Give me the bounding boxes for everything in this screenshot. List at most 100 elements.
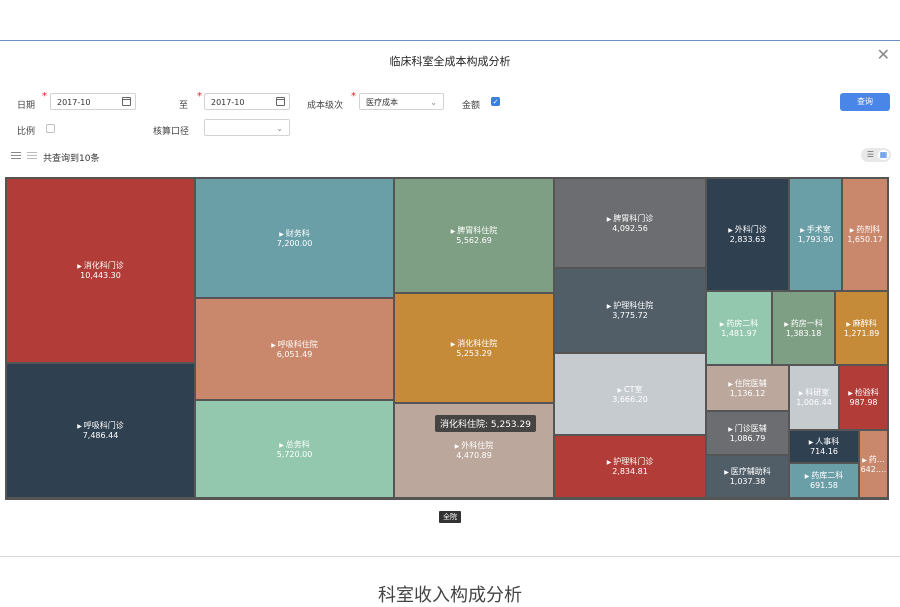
treemap-cell[interactable]: 财务科7,200.00 — [196, 179, 393, 297]
treemap-cell[interactable]: 总务科5,720.00 — [196, 401, 393, 497]
cell-value: 1,037.38 — [729, 477, 766, 486]
cell-value: 6,051.49 — [276, 349, 313, 359]
treemap-cell[interactable]: 麻醉科1,271.89 — [836, 292, 887, 364]
calendar-icon[interactable] — [122, 97, 131, 106]
cell-name: 药库二科 — [805, 471, 843, 481]
chevron-down-icon: ⌄ — [430, 98, 437, 107]
cell-name: 医疗辅助科 — [724, 467, 771, 477]
treemap-cell[interactable]: 检验科987.98 — [840, 366, 887, 429]
menu-icon[interactable] — [27, 152, 37, 160]
cell-value: 691.58 — [810, 481, 838, 490]
cell-name: 住院医辅 — [728, 379, 767, 389]
required-icon: * — [197, 91, 202, 102]
calendar-icon[interactable] — [276, 97, 285, 106]
query-button[interactable]: 查询 — [840, 93, 890, 111]
amount-label: 金额 — [462, 101, 481, 111]
treemap-cell[interactable]: 门诊医辅1,086.79 — [707, 412, 788, 454]
treemap-cell[interactable]: 护理科住院3,775.72 — [555, 269, 705, 352]
cell-value: 3,666.20 — [612, 394, 648, 404]
accounting-select[interactable]: ⌄ — [204, 119, 290, 136]
treemap-cell[interactable]: 药房一科1,383.18 — [773, 292, 834, 364]
treemap-cell[interactable]: CT室3,666.20 — [555, 354, 705, 434]
cell-value: 5,253.29 — [456, 348, 492, 358]
cell-name: 呼吸科门诊 — [77, 421, 124, 431]
required-icon: * — [351, 91, 356, 102]
cell-value: 1,793.90 — [797, 235, 834, 244]
result-count: 共查询到10条 — [43, 154, 100, 164]
cell-value: 3,775.72 — [612, 311, 648, 320]
cell-value: 642.… — [860, 464, 887, 474]
treemap-cell[interactable]: 消化科门诊10,443.30 — [7, 179, 194, 362]
cell-value: 1,650.17 — [847, 235, 883, 244]
cell-name: 消化科住院 — [451, 339, 497, 349]
treemap-cell[interactable]: 呼吸科门诊7,486.44 — [7, 364, 194, 497]
cell-name: CT室 — [617, 385, 642, 395]
date-from-input[interactable]: 2017-10 — [50, 93, 136, 110]
cell-name: 财务科 — [279, 229, 310, 239]
breadcrumb[interactable]: 全院 — [439, 511, 461, 523]
grid-view-icon[interactable]: ▦ — [878, 150, 889, 160]
treemap-cell[interactable]: 脾胃科住院5,562.69 — [395, 179, 553, 292]
treemap-tooltip: 消化科住院: 5,253.29 — [435, 415, 536, 432]
cell-name: 总务科 — [279, 440, 310, 450]
treemap-cell[interactable]: 手术室1,793.90 — [790, 179, 841, 290]
page-caption: 科室收入构成分析 — [378, 585, 522, 606]
cell-value: 1,006.44 — [796, 398, 832, 407]
treemap-cell[interactable]: 医疗辅助科1,037.38 — [707, 456, 788, 497]
treemap-cell[interactable]: 住院医辅1,136.12 — [707, 366, 788, 410]
cell-value: 10,443.30 — [80, 271, 121, 280]
cell-value: 1,086.79 — [729, 433, 766, 443]
list-icon[interactable] — [11, 152, 21, 160]
cell-value: 4,470.89 — [456, 451, 492, 460]
close-icon[interactable]: ✕ — [877, 47, 890, 63]
cell-name: 门诊医辅 — [728, 424, 767, 434]
view-toggle[interactable]: ☰ ▦ — [861, 148, 891, 162]
treemap-cell[interactable]: 药库二科691.58 — [790, 464, 858, 497]
cell-name: 人事科 — [809, 437, 839, 447]
treemap-cell[interactable]: 脾胃科门诊4,092.56 — [555, 179, 705, 267]
treemap-cell[interactable]: 护理科门诊2,834.81 — [555, 436, 705, 497]
cell-name: 麻醉科 — [846, 319, 877, 329]
cost-level-value: 医疗成本 — [366, 98, 398, 107]
treemap-cell[interactable]: 科研室1,006.44 — [790, 366, 838, 429]
cell-name: 药… — [862, 455, 885, 465]
amount-checkbox[interactable]: ✓ — [491, 97, 500, 106]
cell-name: 药房一科 — [784, 319, 823, 329]
to-label: 至 — [179, 101, 189, 111]
cell-value: 1,271.89 — [843, 328, 880, 338]
cell-value: 2,834.81 — [612, 467, 648, 476]
date-label: 日期 — [17, 101, 36, 111]
list-view-icon[interactable]: ☰ — [865, 150, 876, 160]
date-from-value: 2017-10 — [57, 98, 91, 107]
date-to-input[interactable]: 2017-10 — [204, 93, 290, 110]
treemap-cell[interactable]: 外科门诊2,833.63 — [707, 179, 788, 290]
treemap: 消化科门诊10,443.30 呼吸科门诊7,486.44 财务科7,200.00… — [5, 177, 889, 500]
cell-name: 药剂科 — [850, 225, 880, 235]
cost-level-label: 成本级次 — [307, 101, 344, 111]
treemap-cell[interactable]: 药剂科1,650.17 — [843, 179, 887, 290]
cost-level-select[interactable]: 医疗成本 ⌄ — [359, 93, 444, 110]
treemap-cell[interactable]: 消化科住院5,253.29 — [395, 294, 553, 402]
cell-value: 1,383.18 — [785, 328, 822, 338]
treemap-cell[interactable]: 药…642.… — [860, 431, 887, 497]
cell-name: 外科门诊 — [728, 225, 767, 235]
cell-value: 1,136.12 — [729, 388, 766, 398]
cell-name: 脾胃科门诊 — [607, 214, 653, 224]
ratio-checkbox[interactable] — [46, 124, 55, 133]
cell-value: 1,481.97 — [721, 328, 757, 338]
cell-name: 外科住院 — [455, 441, 493, 451]
chevron-down-icon: ⌄ — [276, 124, 283, 133]
cell-value: 7,486.44 — [82, 431, 119, 440]
cell-value: 4,092.56 — [612, 223, 648, 233]
ratio-label: 比例 — [17, 127, 36, 137]
cell-value: 5,720.00 — [276, 449, 313, 459]
cell-value: 7,200.00 — [276, 238, 313, 248]
required-icon: * — [42, 91, 47, 102]
cell-value: 987.98 — [849, 398, 878, 407]
cell-name: 科研室 — [799, 388, 829, 398]
treemap-cell[interactable]: 人事科714.16 — [790, 431, 858, 462]
cell-name: 手术室 — [800, 225, 831, 235]
treemap-cell[interactable]: 药房二科1,481.97 — [707, 292, 771, 364]
cell-name: 护理科门诊 — [607, 457, 653, 467]
treemap-cell[interactable]: 呼吸科住院6,051.49 — [196, 299, 393, 399]
